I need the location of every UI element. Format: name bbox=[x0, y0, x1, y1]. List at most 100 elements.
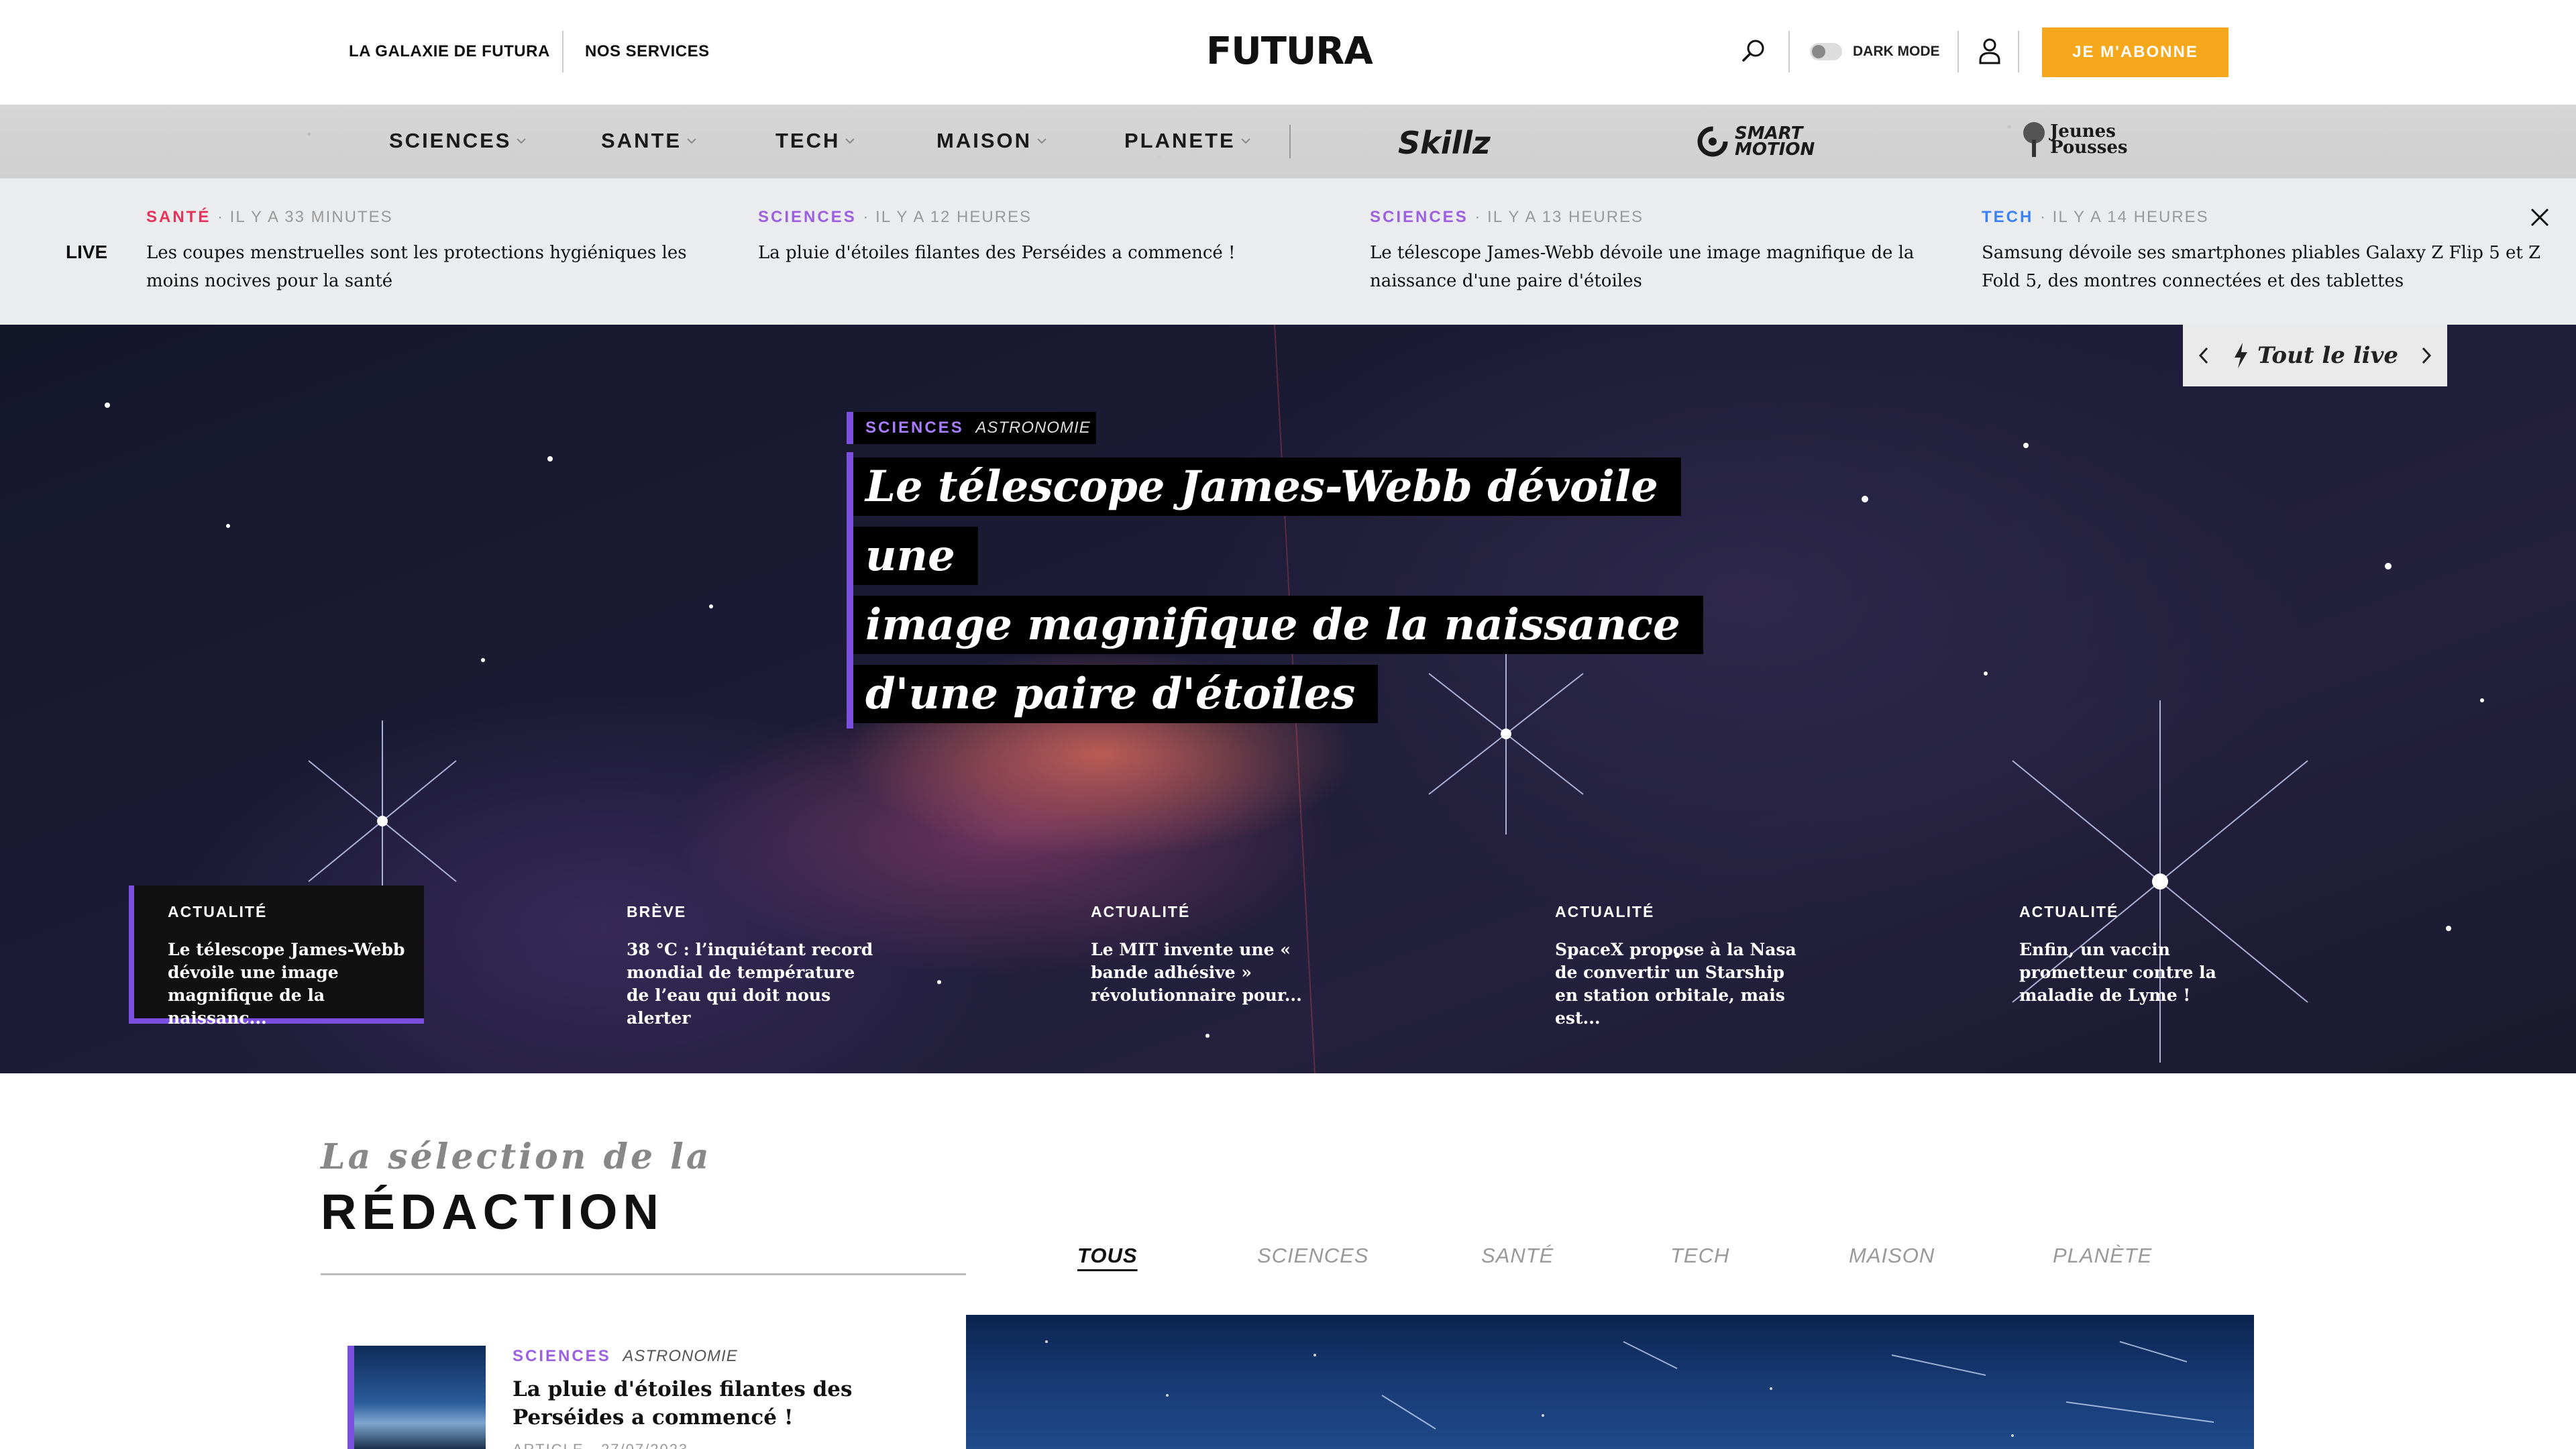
ticker-time: · IL Y A 33 MINUTES bbox=[217, 208, 393, 226]
services-link[interactable]: NOS SERVICES bbox=[585, 42, 710, 61]
futura-logo[interactable]: FUTURA bbox=[1206, 30, 1373, 73]
hero-title-line: Le télescope James-Webb dévoile une bbox=[853, 458, 1681, 585]
nav-item-planete[interactable]: PLANETE bbox=[1124, 129, 1252, 153]
nav-item-tech[interactable]: TECH bbox=[775, 129, 856, 153]
jeunes-pousses-logo[interactable]: Jeunes Pousses bbox=[2019, 119, 2128, 160]
top-header: LA GALAXIE DE FUTURA NOS SERVICES FUTURA… bbox=[0, 0, 2576, 105]
tab-sante[interactable]: SANTÉ bbox=[1481, 1244, 1554, 1268]
live-label: LIVE bbox=[66, 241, 108, 262]
all-live-link[interactable]: Tout le live bbox=[2232, 341, 2398, 370]
dark-mode-label: DARK MODE bbox=[1853, 44, 1940, 59]
divider bbox=[1289, 125, 1291, 158]
card-text: Le MIT invente une « bande adhésive » ré… bbox=[1091, 940, 1302, 1005]
hero-category-tag: SCIENCES ASTRONOMIE bbox=[847, 412, 1096, 444]
ticker-meta: SCIENCES · IL Y A 12 HEURES bbox=[758, 208, 1335, 227]
ticker-item[interactable]: SCIENCES · IL Y A 13 HEURES Le télescope… bbox=[1370, 208, 1947, 295]
all-live-label: Tout le live bbox=[2257, 342, 2398, 369]
divider bbox=[1957, 31, 1959, 72]
nav-item-maison[interactable]: MAISON bbox=[936, 129, 1048, 153]
hero-category[interactable]: SCIENCES bbox=[865, 419, 964, 437]
card-text: Le télescope James-Webb dévoile une imag… bbox=[168, 940, 405, 1028]
divider bbox=[1788, 31, 1790, 72]
hero-card[interactable]: ACTUALITÉ Enfin, un vaccin prometteur co… bbox=[1986, 885, 2281, 1024]
nav-item-label: MAISON bbox=[936, 129, 1032, 152]
chevron-down-icon bbox=[687, 138, 696, 144]
chevron-down-icon bbox=[845, 138, 855, 144]
ticker-title[interactable]: Le télescope James-Webb dévoile une imag… bbox=[1370, 239, 1947, 295]
chevron-right-icon[interactable] bbox=[2419, 344, 2434, 367]
tab-sciences[interactable]: SCIENCES bbox=[1257, 1244, 1368, 1268]
subscribe-button[interactable]: JE M'ABONNE bbox=[2042, 28, 2229, 77]
card-text: 38 °C : l’inquiétant record mondial de t… bbox=[627, 940, 873, 1028]
toggle-knob bbox=[1812, 45, 1825, 58]
ticker-title[interactable]: Samsung dévoile ses smartphones pliables… bbox=[1982, 239, 2559, 295]
hero-card[interactable]: ACTUALITÉ Le télescope James-Webb dévoil… bbox=[129, 885, 424, 1028]
card-type: BRÈVE bbox=[627, 903, 687, 920]
tree-icon bbox=[2023, 122, 2045, 157]
card-type: ACTUALITÉ bbox=[1555, 903, 1655, 920]
ticker-time: · IL Y A 14 HEURES bbox=[2040, 208, 2209, 226]
lightning-icon bbox=[2235, 343, 2248, 368]
smart-motion-icon bbox=[1697, 126, 1728, 157]
skillz-logo[interactable]: Skillz bbox=[1398, 125, 1491, 161]
card-text: Enfin, un vaccin prometteur contre la ma… bbox=[2019, 940, 2216, 1005]
live-ticker: LIVE SANTÉ · IL Y A 33 MINUTES Les coupe… bbox=[0, 178, 2576, 325]
smart-motion-label: SMART MOTION bbox=[1735, 123, 1815, 160]
dark-mode-toggle[interactable] bbox=[1810, 43, 1842, 60]
article-subcategory[interactable]: ASTRONOMIE bbox=[623, 1347, 737, 1365]
jeunes-pousses-label: Jeunes Pousses bbox=[2050, 121, 2128, 158]
divider bbox=[562, 31, 564, 72]
article-thumbnail[interactable] bbox=[347, 1346, 486, 1449]
hero-title-line: d'une paire d'étoiles bbox=[853, 665, 1379, 723]
card-text: SpaceX propose à la Nasa de convertir un… bbox=[1555, 940, 1796, 1028]
article-meta: ARTICLE · 27/07/2023 bbox=[513, 1441, 688, 1449]
article-category[interactable]: SCIENCES bbox=[513, 1347, 611, 1365]
ticker-category[interactable]: TECH bbox=[1982, 208, 2033, 226]
ticker-category[interactable]: SCIENCES bbox=[758, 208, 857, 226]
tab-planete[interactable]: PLANÈTE bbox=[2053, 1244, 2152, 1268]
search-icon[interactable] bbox=[1740, 38, 1767, 64]
card-type: ACTUALITÉ bbox=[168, 903, 268, 920]
hero-title[interactable]: Le télescope James-Webb dévoile une imag… bbox=[847, 452, 1719, 729]
ticker-time: · IL Y A 12 HEURES bbox=[863, 208, 1032, 226]
hero-banner[interactable]: Tout le live SCIENCES ASTRONOMIE Le téle… bbox=[0, 325, 2576, 1073]
ticker-title[interactable]: La pluie d'étoiles filantes des Perséide… bbox=[758, 239, 1335, 267]
ticker-category[interactable]: SANTÉ bbox=[146, 208, 211, 226]
nav-item-label: SANTE bbox=[601, 129, 682, 152]
section-title: RÉDACTION bbox=[321, 1184, 664, 1240]
divider bbox=[321, 1273, 966, 1275]
tab-tech[interactable]: TECH bbox=[1670, 1244, 1729, 1268]
chevron-down-icon bbox=[1037, 138, 1046, 144]
main-nav: SCIENCES SANTE TECH MAISON PLANETE Skill… bbox=[0, 105, 2576, 178]
chevron-down-icon bbox=[1240, 138, 1250, 144]
card-type: ACTUALITÉ bbox=[2019, 903, 2119, 920]
user-icon[interactable] bbox=[1975, 35, 2004, 67]
smart-motion-logo[interactable]: SMART MOTION bbox=[1696, 125, 1829, 158]
close-icon[interactable] bbox=[2528, 205, 2552, 229]
ticker-item[interactable]: SANTÉ · IL Y A 33 MINUTES Les coupes men… bbox=[146, 208, 723, 295]
nav-item-sciences[interactable]: SCIENCES bbox=[389, 129, 527, 153]
nav-item-sante[interactable]: SANTE bbox=[601, 129, 698, 153]
ticker-item[interactable]: SCIENCES · IL Y A 12 HEURES La pluie d'é… bbox=[758, 208, 1335, 267]
ticker-item[interactable]: TECH · IL Y A 14 HEURES Samsung dévoile … bbox=[1982, 208, 2559, 295]
hero-title-line: image magnifique de la naissance bbox=[853, 596, 1703, 654]
ticker-category[interactable]: SCIENCES bbox=[1370, 208, 1468, 226]
tab-maison[interactable]: MAISON bbox=[1849, 1244, 1935, 1268]
ticker-meta: SANTÉ · IL Y A 33 MINUTES bbox=[146, 208, 723, 227]
nav-item-label: PLANETE bbox=[1124, 129, 1236, 152]
nav-item-label: TECH bbox=[775, 129, 841, 152]
featured-article-image[interactable] bbox=[966, 1315, 2254, 1449]
live-nav: Tout le live bbox=[2183, 325, 2447, 386]
article-title[interactable]: La pluie d'étoiles filantes des Perséide… bbox=[513, 1375, 942, 1432]
galaxy-link[interactable]: LA GALAXIE DE FUTURA bbox=[349, 42, 550, 61]
hero-subcategory[interactable]: ASTRONOMIE bbox=[975, 419, 1090, 437]
ticker-time: · IL Y A 13 HEURES bbox=[1474, 208, 1644, 226]
hero-card[interactable]: ACTUALITÉ SpaceX propose à la Nasa de co… bbox=[1521, 885, 1817, 1028]
hero-card[interactable]: ACTUALITÉ Le MIT invente une « bande adh… bbox=[1057, 885, 1352, 1024]
hero-card[interactable]: BRÈVE 38 °C : l’inquiétant record mondia… bbox=[593, 885, 888, 1028]
tab-tous[interactable]: TOUS bbox=[1077, 1244, 1138, 1268]
chevron-left-icon[interactable] bbox=[2196, 344, 2211, 367]
divider bbox=[2018, 31, 2019, 72]
ticker-title[interactable]: Les coupes menstruelles sont les protect… bbox=[146, 239, 723, 295]
article-category-tag: SCIENCES ASTRONOMIE bbox=[513, 1347, 738, 1366]
